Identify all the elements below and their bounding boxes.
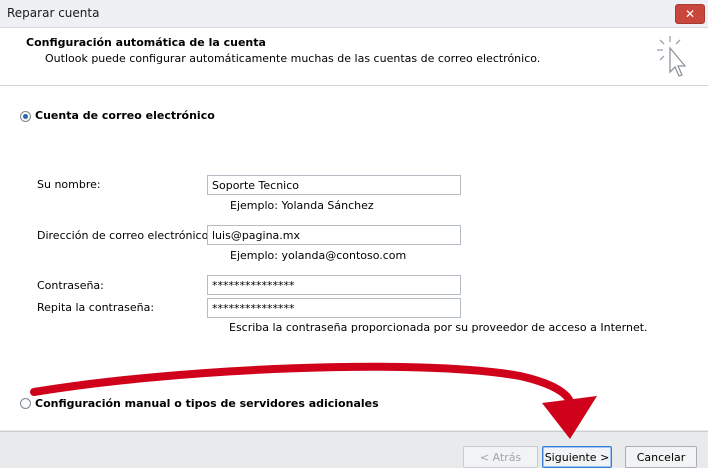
wizard-header: Configuración automática de la cuenta Ou… xyxy=(0,28,708,86)
title-bar: Reparar cuenta ✕ xyxy=(0,0,708,28)
next-button[interactable]: Siguiente > xyxy=(542,446,612,468)
manual-config-radio[interactable] xyxy=(20,398,31,409)
email-label: Dirección de correo electrónico: xyxy=(37,229,213,242)
password-input[interactable] xyxy=(207,275,461,295)
password-label: Contraseña: xyxy=(37,279,104,292)
close-button[interactable]: ✕ xyxy=(675,4,705,24)
name-input[interactable] xyxy=(207,175,461,195)
repeat-password-label: Repita la contraseña: xyxy=(37,301,155,314)
header-subtitle: Outlook puede configurar automáticamente… xyxy=(45,52,541,65)
manual-config-label[interactable]: Configuración manual o tipos de servidor… xyxy=(35,397,379,410)
close-icon: ✕ xyxy=(684,7,696,21)
back-button[interactable]: < Atrás xyxy=(463,446,538,468)
header-title: Configuración automática de la cuenta xyxy=(26,36,266,49)
cancel-button[interactable]: Cancelar xyxy=(625,446,697,468)
email-input[interactable] xyxy=(207,225,461,245)
window-title: Reparar cuenta xyxy=(7,6,100,20)
email-account-label[interactable]: Cuenta de correo electrónico xyxy=(35,109,215,122)
wizard-content: Cuenta de correo electrónico Su nombre: … xyxy=(0,86,708,430)
wizard-cursor-icon xyxy=(657,36,687,77)
name-label: Su nombre: xyxy=(37,178,101,191)
email-hint: Ejemplo: yolanda@contoso.com xyxy=(230,249,407,262)
email-account-radio[interactable] xyxy=(20,111,31,122)
repeat-password-input[interactable] xyxy=(207,298,461,318)
wizard-footer: < Atrás Siguiente > Cancelar xyxy=(0,431,708,468)
password-hint: Escriba la contraseña proporcionada por … xyxy=(229,321,648,334)
name-hint: Ejemplo: Yolanda Sánchez xyxy=(230,199,374,212)
